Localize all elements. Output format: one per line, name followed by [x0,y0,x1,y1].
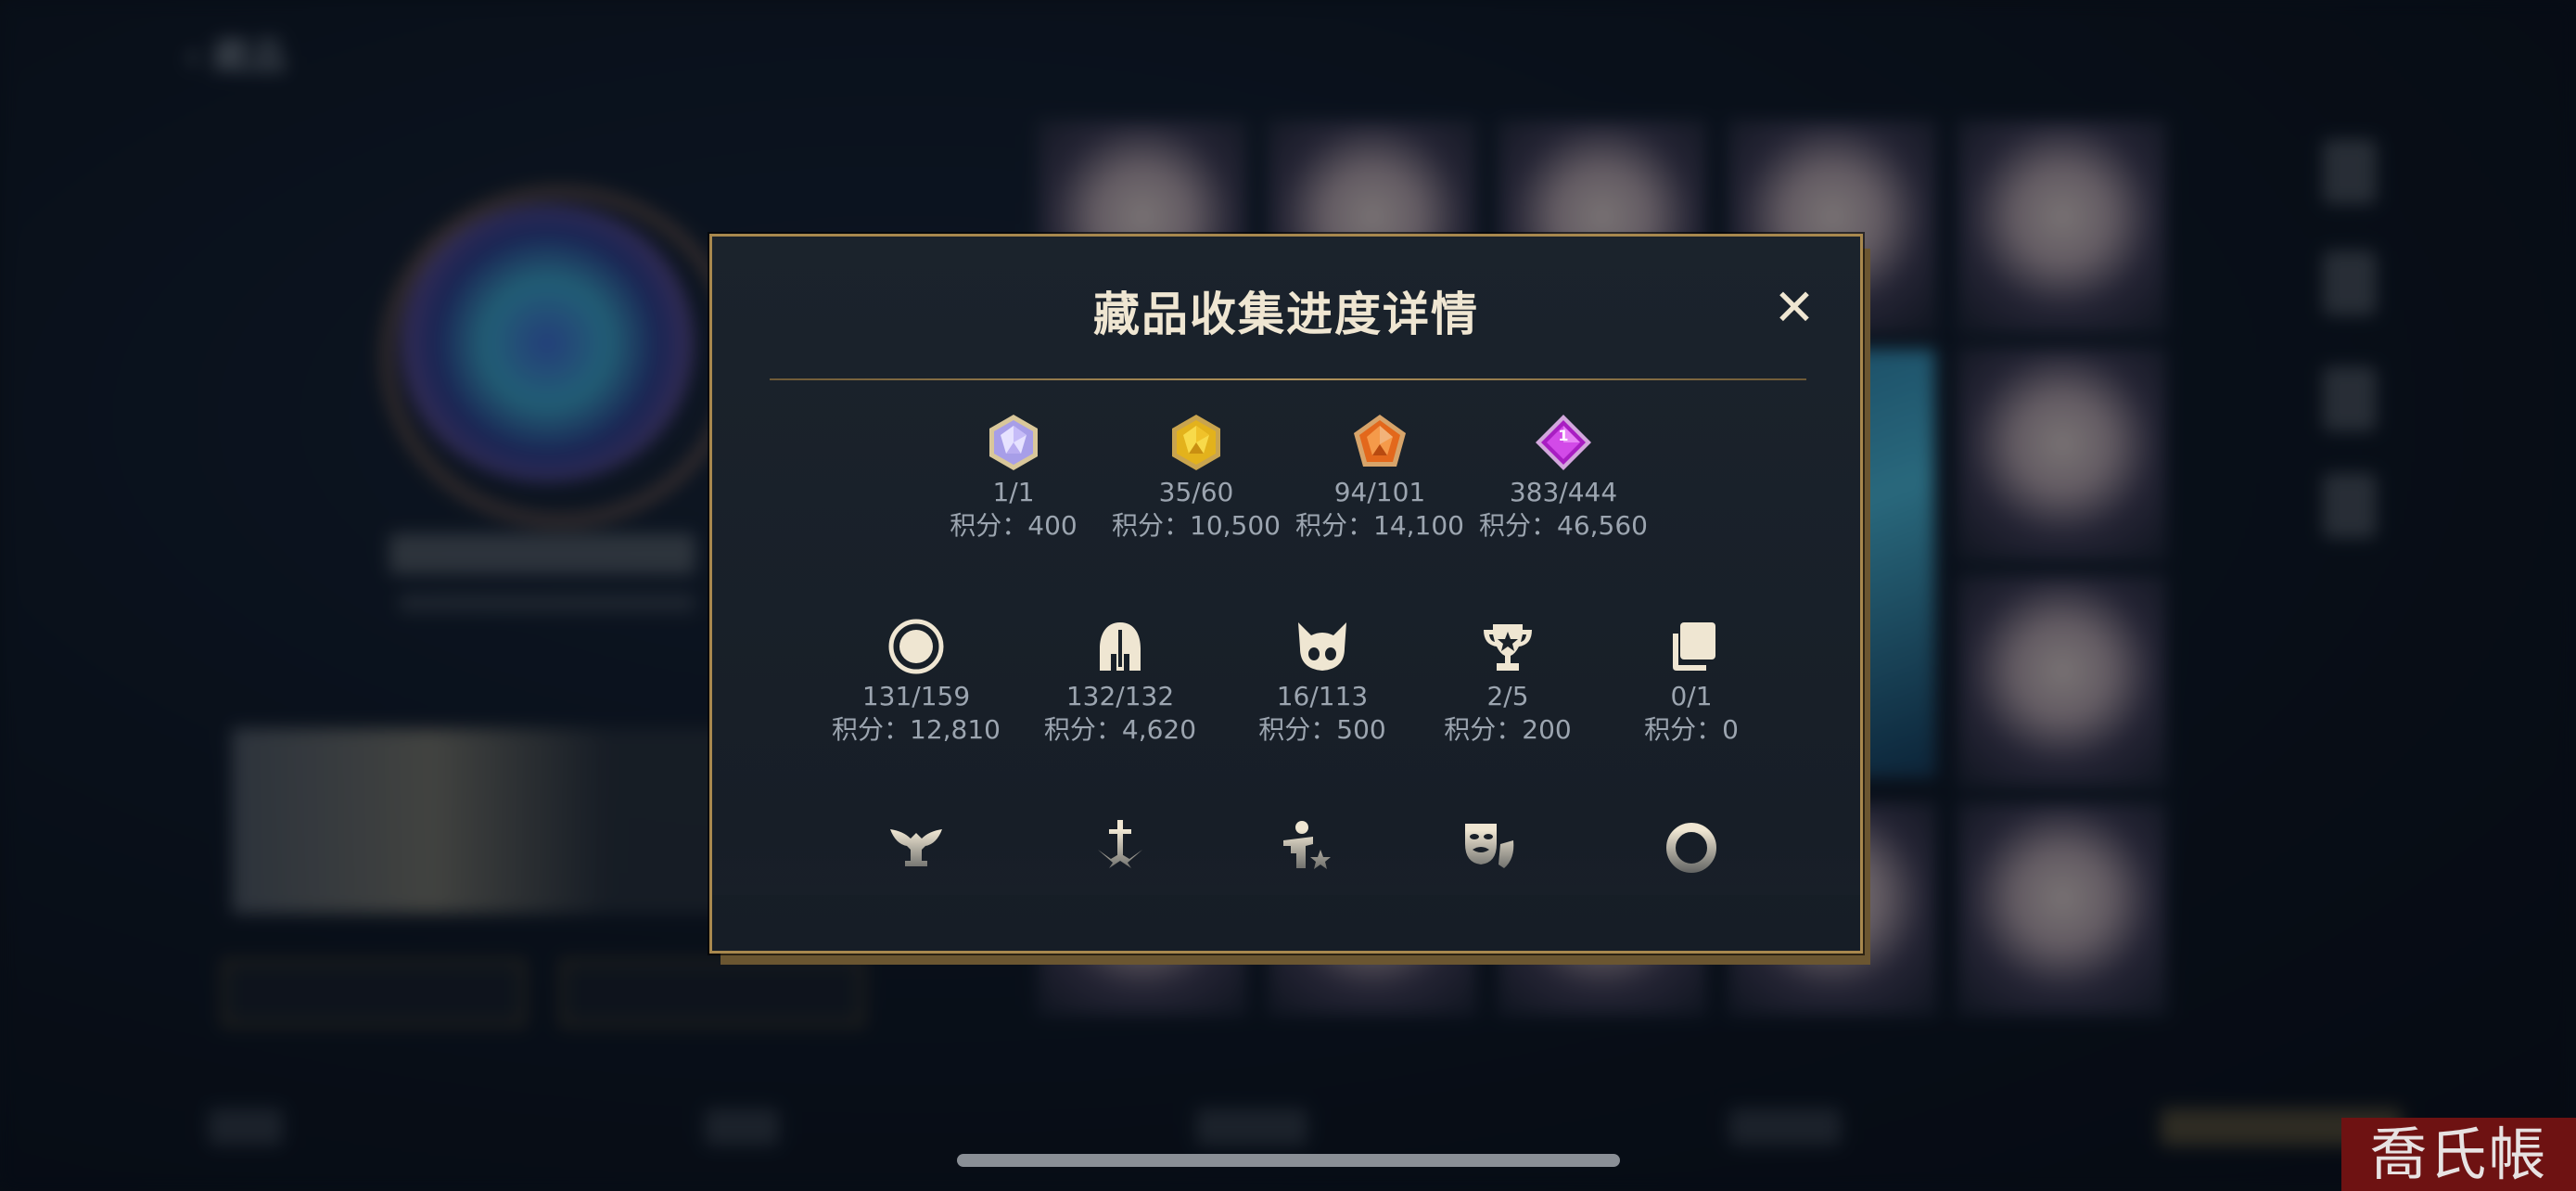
collection-item: 132/132 积分：4,620 [1018,617,1222,747]
home-indicator[interactable] [957,1154,1620,1167]
collection-item: 1/1 积分：400 [912,413,1116,543]
collection-item: 2/5 积分：200 [1406,617,1610,747]
item-score: 积分：10,500 [1112,510,1281,541]
collection-item: 16/113 积分：500 [1220,617,1424,747]
collection-item: 94/101 积分：14,100 [1278,413,1482,543]
close-button[interactable]: ✕ [1769,283,1819,333]
helmet-icon [1100,622,1141,671]
screen: ‹ 藏品 藏品收集进度详情 ✕ 1/1 积分：400 35/60 积分：10,5… [0,0,2576,1191]
item-count: 131/159 [861,681,971,711]
dialog-title: 藏品收集进度详情 [1093,288,1479,341]
summoner-icon [888,619,944,674]
item-score: 积分：0 [1644,714,1739,745]
collection-item: 35/60 积分：10,500 [1094,413,1298,543]
ward-icon [1298,622,1346,671]
item-score: 积分：200 [1444,714,1572,745]
crystal-orange-icon [1354,415,1406,467]
item-score: 积分：46,560 [1479,510,1648,541]
collection-item: 1 383/444 积分：46,560 [1461,413,1665,543]
item-count: 16/113 [1276,681,1369,711]
collection-item: 0/1 积分：0 [1589,617,1793,747]
item-score: 积分：500 [1258,714,1386,745]
item-score: 积分：14,100 [1295,510,1464,541]
watermark: 喬氏帳號 [2341,1118,2576,1191]
item-count: 2/5 [1486,681,1529,711]
crystal-gold-icon [1172,415,1220,470]
item-score: 积分：400 [950,510,1078,541]
stacked-cards-icon [1673,622,1715,671]
item-count: 1/1 [992,477,1035,507]
scroll-fade [712,830,1860,895]
trophy-icon [1484,624,1532,671]
svg-text:1: 1 [1558,427,1568,444]
item-count: 0/1 [1670,681,1713,711]
collection-progress-dialog: 藏品收集进度详情 ✕ 1/1 积分：400 35/60 积分：10,500 94… [709,234,1863,954]
crystal-white-icon [989,415,1038,470]
crystal-purple-icon: 1 [1536,415,1591,470]
item-count: 132/132 [1065,681,1175,711]
item-score: 积分：4,620 [1043,714,1197,745]
item-count: 35/60 [1158,477,1234,507]
item-count: 383/444 [1509,477,1618,507]
item-count: 94/101 [1333,477,1426,507]
collection-item: 131/159 积分：12,810 [814,617,1018,747]
title-divider [770,378,1806,380]
item-score: 积分：12,810 [832,714,1001,745]
